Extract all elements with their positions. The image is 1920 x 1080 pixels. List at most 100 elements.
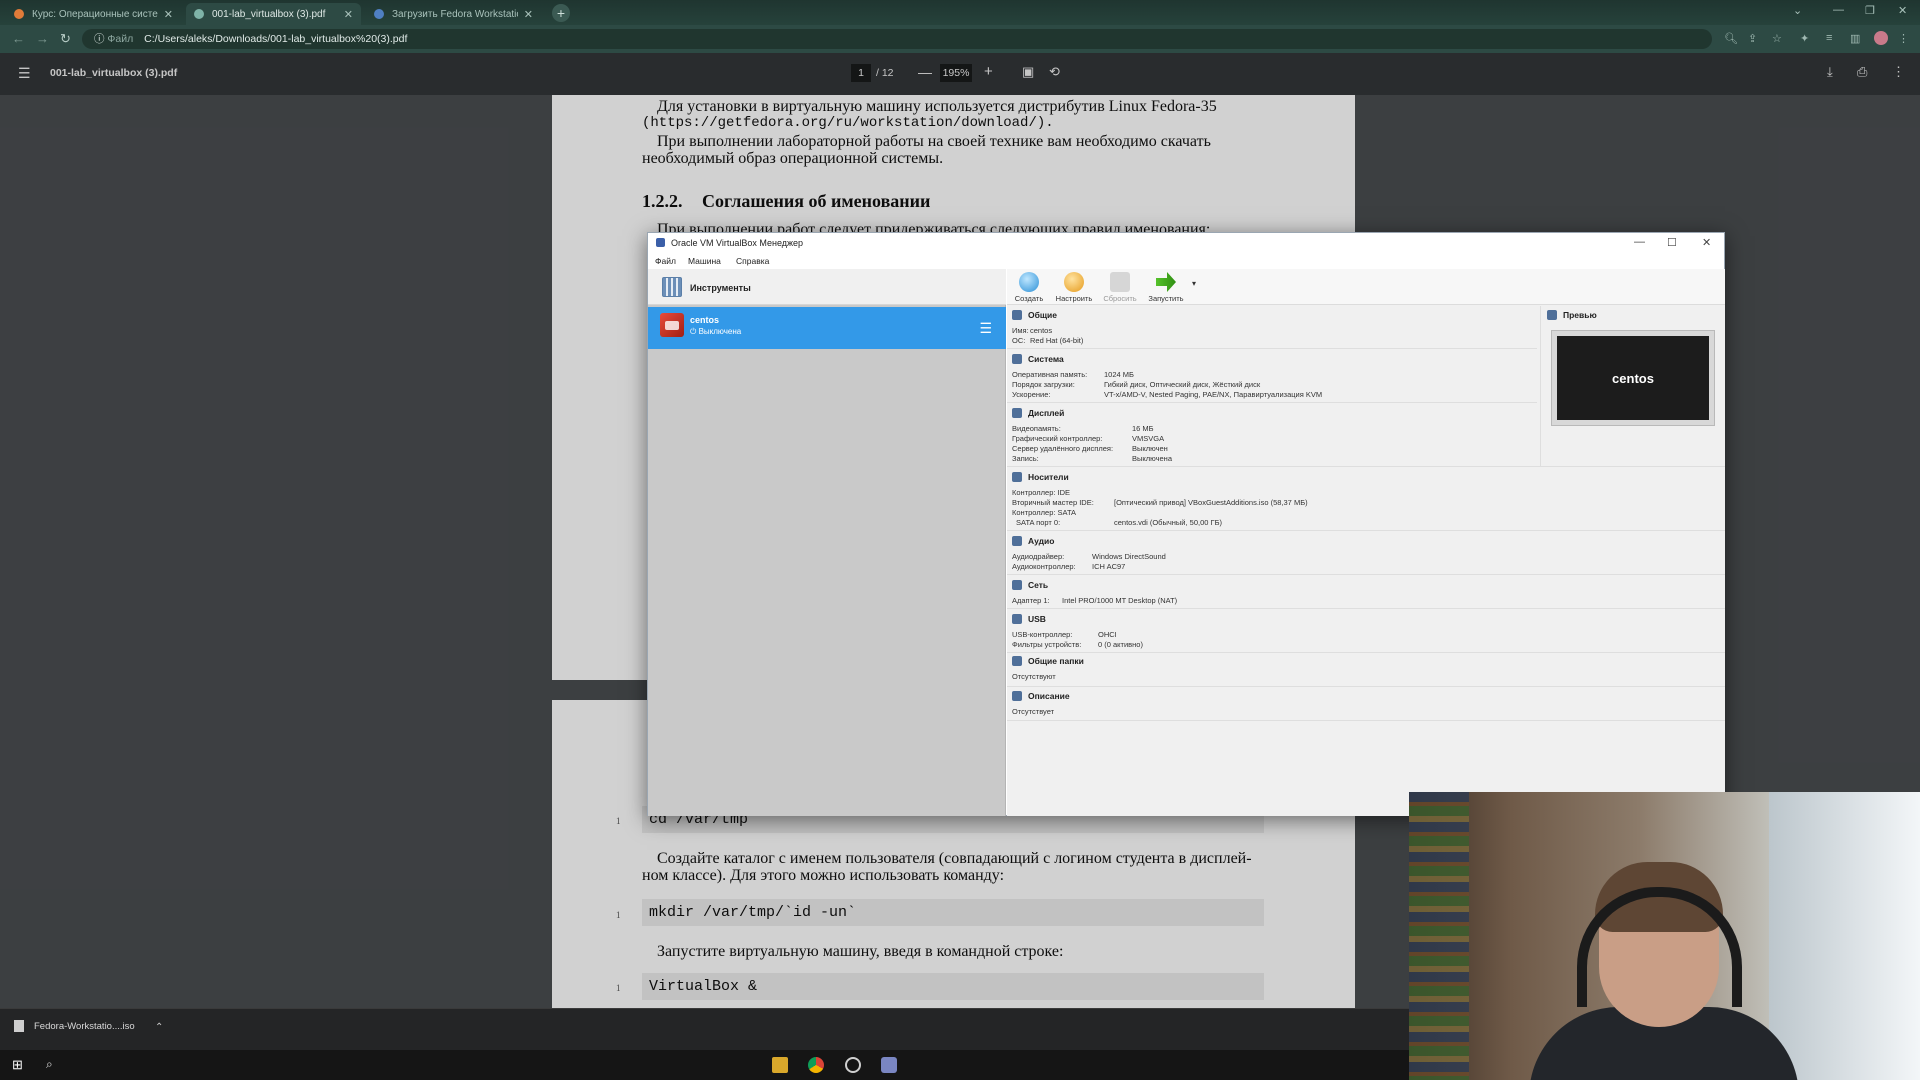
tab-fedora[interactable]: Загрузить Fedora Workstation ✕ (366, 3, 541, 25)
discard-button[interactable]: Сбросить (1100, 271, 1140, 303)
close-tab-icon[interactable]: ✕ (344, 8, 353, 21)
section-system[interactable]: Система Оперативная память: 1024 МБ Поряд… (1007, 354, 1537, 400)
window-title-bar[interactable]: Oracle VM VirtualBox Менеджер — ☐ ✕ (648, 233, 1724, 253)
detail-row: USB-контроллер: OHCI (1012, 630, 1117, 639)
section-description[interactable]: Описание Отсутствует (1007, 691, 1537, 717)
site-favicon-icon (14, 9, 24, 19)
settings-button[interactable]: Настроить (1054, 271, 1094, 303)
divider (1007, 348, 1537, 349)
close-window-icon[interactable]: ✕ (1898, 4, 1907, 17)
detail-key: Видеопамять: (1012, 424, 1061, 433)
details-pane: Создать Настроить Сбросить Запустить ▾ О… (1007, 269, 1725, 816)
browser-menu-icon[interactable]: ⋮ (1898, 32, 1909, 45)
url-field[interactable]: ⓘ Файл C:/Users/aleks/Downloads/001-lab_… (82, 29, 1712, 49)
redhat-os-icon (660, 313, 684, 337)
start-button[interactable]: Запустить ▾ (1146, 271, 1196, 303)
detail-value: 1024 МБ (1104, 370, 1134, 379)
section-network[interactable]: Сеть Адаптер 1: Intel PRO/1000 MT Desktop… (1007, 580, 1537, 606)
detail-row: ОС: Red Hat (64-bit) (1012, 336, 1083, 345)
section-storage[interactable]: Носители Контроллер: IDE Вторичный масте… (1007, 472, 1725, 528)
tab-search-icon[interactable]: ⌄ (1793, 4, 1802, 17)
reload-icon[interactable]: ↻ (60, 31, 71, 47)
start-dropdown-icon[interactable]: ▾ (1192, 279, 1196, 288)
zoom-level-input[interactable]: 195% (940, 64, 972, 82)
tab-pdf[interactable]: 001-lab_virtualbox (3).pdf ✕ (186, 3, 361, 25)
settings-label: Настроить (1055, 294, 1093, 303)
info-icon[interactable]: ⓘ (94, 33, 105, 45)
tools-item[interactable]: Инструменты (648, 269, 1006, 305)
close-tab-icon[interactable]: ✕ (164, 8, 173, 21)
maximize-icon[interactable]: ☐ (1667, 236, 1677, 249)
zoom-in-icon[interactable]: + (984, 63, 993, 80)
settings-gear-icon (1064, 272, 1084, 292)
obs-icon[interactable] (845, 1057, 861, 1073)
fit-page-icon[interactable]: ▣ (1022, 64, 1034, 80)
forward-icon[interactable]: → (36, 31, 49, 46)
section-header: Общие папки (1012, 656, 1084, 666)
section-title: Описание (1028, 691, 1070, 701)
detail-value: OHCI (1098, 630, 1117, 639)
minimize-icon[interactable]: — (1634, 236, 1645, 248)
side-panel-icon[interactable]: ▥ (1850, 32, 1860, 45)
tab-label: 001-lab_virtualbox (3).pdf (212, 8, 326, 20)
download-icon[interactable]: ⤓ (1827, 64, 1833, 80)
search-icon[interactable]: ⌕ (46, 1057, 62, 1073)
new-tab-button[interactable]: + (552, 4, 570, 22)
description-icon (1012, 691, 1022, 701)
vm-item-menu-icon[interactable]: ☰ (979, 320, 992, 337)
extensions-icon[interactable]: ✦ (1800, 32, 1809, 45)
menu-machine[interactable]: Машина (688, 256, 721, 266)
detail-value: 16 МБ (1132, 424, 1154, 433)
chevron-up-icon[interactable]: ⌃ (155, 1022, 163, 1033)
file-explorer-icon[interactable] (772, 1057, 788, 1073)
detail-row: Контроллер: SATA (1012, 508, 1076, 517)
section-shared-folders[interactable]: Общие папки Отсутствуют (1007, 656, 1537, 682)
back-icon[interactable]: ← (12, 31, 25, 46)
page-number-input[interactable]: 1 (851, 64, 871, 82)
tab-label: Загрузить Fedora Workstation (392, 8, 518, 20)
section-audio[interactable]: Аудио Аудиодрайвер: Windows DirectSound А… (1007, 536, 1537, 572)
download-item[interactable]: Fedora-Workstatio....iso (14, 1020, 135, 1032)
restore-window-icon[interactable]: ❐ (1865, 4, 1875, 17)
section-usb[interactable]: USB USB-контроллер: OHCI Фильтры устройст… (1007, 614, 1537, 650)
more-options-icon[interactable]: ⋮ (1892, 64, 1905, 80)
detail-row: Графический контроллер: VMSVGA (1012, 434, 1164, 443)
start-arrow-icon (1156, 272, 1176, 292)
window-light-image (1769, 792, 1920, 1080)
section-general[interactable]: Общие Имя:centos ОС: Red Hat (64-bit) (1007, 310, 1537, 346)
detail-key: Запись: (1012, 454, 1039, 463)
zoom-icon[interactable]: 🔍︎ (1724, 32, 1738, 45)
vm-name: centos (690, 315, 720, 325)
profile-avatar[interactable] (1874, 31, 1888, 45)
close-icon[interactable]: ✕ (1702, 236, 1711, 249)
reading-list-icon[interactable]: ≡ (1826, 32, 1832, 44)
tab-course[interactable]: Курс: Операционные системы ✕ (6, 3, 181, 25)
detail-value: Выключена (1132, 454, 1172, 463)
create-button[interactable]: Создать (1009, 271, 1049, 303)
preview-icon (1547, 310, 1557, 320)
menu-help[interactable]: Справка (736, 256, 769, 266)
bookmark-star-icon[interactable]: ☆ (1772, 32, 1782, 45)
windows-start-icon[interactable]: ⊞ (12, 1057, 28, 1073)
divider (1007, 466, 1725, 467)
preview-vm-name: centos (1557, 336, 1709, 420)
detail-key: Оперативная память: (1012, 370, 1088, 379)
preview-title: Превью (1563, 310, 1597, 320)
rotate-icon[interactable]: ⟲ (1049, 64, 1060, 80)
menu-file[interactable]: Файл (655, 256, 676, 266)
section-display[interactable]: Дисплей Видеопамять: 16 МБ Графический ко… (1007, 408, 1537, 464)
detail-row: Вторичный мастер IDE: [Оптический привод]… (1012, 498, 1308, 507)
sidebar-menu-icon[interactable]: ☰ (18, 65, 31, 82)
detail-value: Red Hat (64-bit) (1030, 336, 1084, 345)
section-title: Общие папки (1028, 656, 1084, 666)
chrome-icon[interactable] (808, 1057, 824, 1073)
print-icon[interactable]: ⎙ (1857, 64, 1867, 80)
close-tab-icon[interactable]: ✕ (524, 8, 533, 21)
share-icon[interactable]: ⇪ (1748, 32, 1757, 45)
virtualbox-taskbar-icon[interactable] (881, 1057, 897, 1073)
discard-arrow-icon (1110, 272, 1130, 292)
zoom-out-icon[interactable]: — (918, 64, 932, 80)
minimize-window-icon[interactable]: — (1833, 4, 1844, 16)
vm-list-item-centos[interactable]: centos ⏻ Выключена ☰ (648, 307, 1006, 349)
detail-row: SATA порт 0: centos.vdi (Обычный, 50,00 Г… (1016, 518, 1222, 527)
